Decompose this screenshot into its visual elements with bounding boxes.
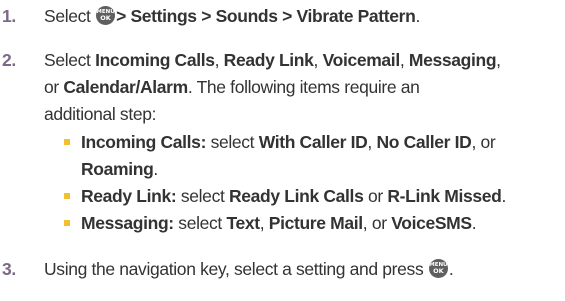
step-text: Select MENU OK > Settings > Sounds > Vibra… (44, 6, 420, 26)
instruction-page: 1. Select MENU OK > Settings > Sounds > Vi… (0, 0, 565, 301)
bullet-marker (64, 193, 70, 199)
step-text-line: or Calendar/Alarm. The following items r… (44, 77, 420, 97)
step-number: 1. (2, 6, 16, 26)
sub-option-ready-link: Ready Link: select Ready Link Calls or R… (81, 186, 506, 206)
sub-option-incoming-calls: Incoming Calls: select With Caller ID, N… (81, 132, 496, 152)
step-text-line: additional step: (44, 104, 157, 124)
step-number: 3. (2, 259, 16, 279)
menu-ok-key-icon: MENU OK (428, 259, 448, 278)
step-text-line: Select Incoming Calls, Ready Link, Voice… (44, 50, 501, 70)
step-text: Using the navigation key, select a setti… (44, 259, 454, 279)
sub-option-messaging: Messaging: select Text, Picture Mail, or… (81, 213, 477, 233)
step-number: 2. (2, 50, 16, 70)
bullet-marker (64, 220, 70, 226)
menu-ok-key-icon: MENU OK (96, 6, 116, 25)
bullet-marker (64, 139, 70, 145)
sub-option-incoming-calls-cont: Roaming. (81, 159, 158, 179)
